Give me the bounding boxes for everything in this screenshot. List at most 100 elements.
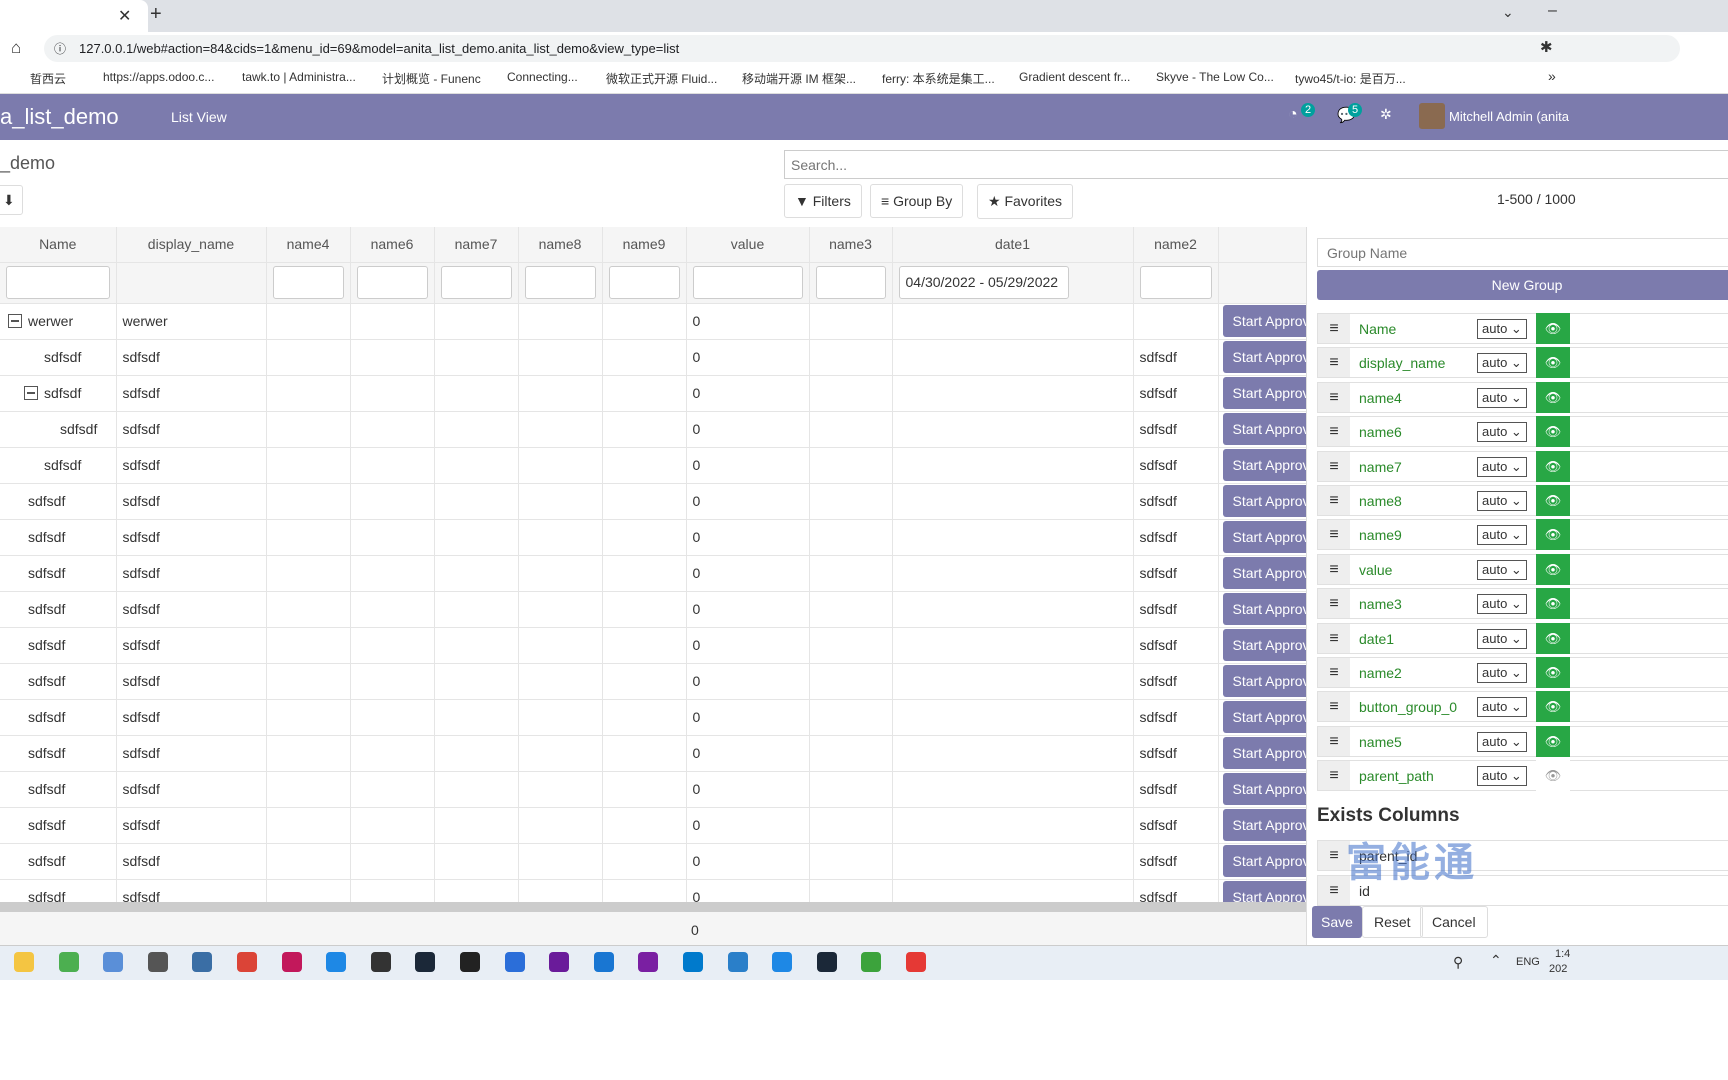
taskbar-app-icon[interactable] — [281, 952, 302, 972]
start-approval-button[interactable]: Start Approv — [1222, 305, 1320, 337]
taskbar-app-icon[interactable] — [593, 952, 614, 972]
address-bar[interactable]: ⓘ 127.0.0.1/web#action=84&cids=1&menu_id=… — [44, 35, 1680, 62]
column-label[interactable]: name9 — [1359, 527, 1402, 543]
group-name-input[interactable] — [1317, 238, 1728, 267]
column-header[interactable]: name9 — [602, 227, 687, 263]
column-header[interactable]: name3 — [809, 227, 893, 263]
column-filter-input[interactable] — [524, 266, 596, 299]
drag-handle-icon[interactable]: ≡ — [1318, 348, 1350, 378]
column-width-select[interactable]: auto ⌄ — [1477, 491, 1527, 511]
column-label[interactable]: button_group_0 — [1359, 699, 1457, 715]
new-tab-icon[interactable]: + — [150, 3, 162, 26]
table-row[interactable]: sdfsdf sdfsdf 0 sdfsdf Start Approv — [0, 555, 1321, 592]
table-row[interactable]: sdfsdf sdfsdf 0 sdfsdf Start Approv — [0, 771, 1321, 808]
drag-handle-icon[interactable]: ≡ — [1318, 314, 1350, 343]
table-row[interactable]: sdfsdf sdfsdf 0 sdfsdf Start Approv — [0, 591, 1321, 628]
taskbar-app-icon[interactable] — [192, 952, 213, 972]
date-range-filter[interactable]: 04/30/2022 - 05/29/2022 — [898, 266, 1069, 299]
new-group-button[interactable]: New Group — [1317, 270, 1728, 300]
column-label[interactable]: value — [1359, 562, 1392, 578]
pager[interactable]: 1-500 / 1000 — [1497, 191, 1576, 207]
column-config-item[interactable]: ≡ Name auto ⌄ 👁 — [1317, 313, 1728, 344]
column-width-select[interactable]: auto ⌄ — [1477, 766, 1527, 787]
table-row[interactable]: sdfsdf sdfsdf 0 sdfsdf Start Approv — [0, 843, 1321, 880]
cancel-button[interactable]: Cancel — [1420, 906, 1488, 938]
column-filter-input[interactable] — [440, 266, 512, 299]
drag-handle-icon[interactable]: ≡ — [1318, 761, 1350, 791]
save-button[interactable]: Save — [1312, 906, 1362, 938]
table-row[interactable]: sdfsdf sdfsdf 0 sdfsdf Start Approv — [0, 627, 1321, 664]
start-approval-button[interactable]: Start Approv — [1222, 629, 1320, 661]
column-width-select[interactable]: auto ⌄ — [1477, 353, 1527, 374]
drag-handle-icon[interactable]: ≡ — [1318, 726, 1350, 756]
column-width-select[interactable]: auto ⌄ — [1477, 525, 1527, 546]
eye-icon[interactable]: 👁 — [1536, 725, 1570, 757]
drag-handle-icon[interactable]: ≡ — [1318, 417, 1350, 447]
drag-handle-icon[interactable]: ≡ — [1318, 382, 1350, 412]
drag-handle-icon[interactable]: ≡ — [1318, 554, 1350, 584]
eye-icon[interactable]: 👁 — [1536, 691, 1570, 723]
column-header[interactable]: display_name — [116, 227, 267, 263]
eye-icon[interactable]: 👁 — [1536, 553, 1570, 585]
eye-icon[interactable]: 👁 — [1536, 485, 1570, 516]
taskbar-app-icon[interactable] — [326, 952, 347, 972]
start-approval-button[interactable]: Start Approv — [1222, 413, 1320, 445]
column-config-item[interactable]: ≡ name6 auto ⌄ 👁 — [1317, 416, 1728, 448]
column-filter-input[interactable] — [356, 266, 428, 299]
drag-handle-icon[interactable]: ≡ — [1318, 658, 1350, 687]
bookmark-item[interactable]: 晢西云 — [30, 70, 66, 87]
close-tab-icon[interactable]: ✕ — [118, 6, 131, 26]
column-header[interactable]: Name — [0, 227, 117, 263]
column-label[interactable]: name3 — [1359, 596, 1402, 612]
taskbar-app-icon[interactable] — [772, 952, 793, 972]
taskbar-app-icon[interactable] — [415, 952, 436, 972]
column-filter-input[interactable] — [1139, 266, 1212, 299]
horizontal-scrollbar[interactable] — [0, 902, 1306, 912]
taskbar-app-icon[interactable] — [237, 952, 257, 972]
eye-icon[interactable]: 👁 — [1536, 416, 1570, 448]
column-filter-input[interactable] — [692, 266, 803, 299]
home-icon[interactable]: ⌂ — [11, 38, 21, 58]
column-width-select[interactable]: auto ⌄ — [1477, 628, 1527, 649]
column-width-select[interactable]: auto ⌄ — [1477, 663, 1527, 683]
column-header[interactable]: name6 — [350, 227, 435, 263]
column-config-item[interactable]: ≡ button_group_0 auto ⌄ 👁 — [1317, 691, 1728, 723]
minimize-icon[interactable]: – — [1548, 2, 1557, 20]
eye-icon[interactable]: 👁 — [1536, 347, 1570, 379]
start-approval-button[interactable]: Start Approv — [1222, 845, 1320, 877]
column-label[interactable]: name2 — [1359, 665, 1402, 681]
bookmark-item[interactable]: Connecting... — [507, 70, 578, 84]
collapse-toggle-icon[interactable] — [8, 314, 22, 328]
column-width-select[interactable]: auto ⌄ — [1477, 559, 1527, 580]
start-approval-button[interactable]: Start Approv — [1222, 557, 1320, 589]
column-config-item[interactable]: ≡ name2 auto ⌄ 👁 — [1317, 657, 1728, 688]
column-label[interactable]: name4 — [1359, 390, 1402, 406]
taskbar-app-icon[interactable] — [147, 952, 168, 972]
column-config-item[interactable]: ≡ name3 auto ⌄ 👁 — [1317, 588, 1728, 620]
drag-handle-icon[interactable]: ≡ — [1318, 692, 1350, 722]
bookmark-item[interactable]: tywo45/t-io: 是百万... — [1295, 70, 1406, 87]
app-title[interactable]: a_list_demo — [0, 104, 119, 130]
column-width-select[interactable]: auto ⌄ — [1477, 697, 1527, 718]
group-by-button[interactable]: ≡ Group By — [870, 184, 964, 218]
taskbar-app-icon[interactable] — [58, 952, 79, 972]
column-label[interactable]: name8 — [1359, 493, 1402, 509]
start-approval-button[interactable]: Start Approv — [1222, 701, 1320, 733]
bookmark-item[interactable]: tawk.to | Administra... — [242, 70, 356, 84]
table-row[interactable]: sdfsdf sdfsdf 0 sdfsdf Start Approv — [0, 447, 1321, 484]
more-bookmarks-icon[interactable]: » — [1548, 68, 1556, 84]
taskbar-app-icon[interactable] — [103, 952, 124, 972]
table-row[interactable]: sdfsdf sdfsdf 0 sdfsdf Start Approv — [0, 519, 1321, 556]
taskbar-app-icon[interactable] — [504, 952, 525, 972]
drag-handle-icon[interactable]: ≡ — [1318, 589, 1350, 619]
column-config-item[interactable]: ≡ parent_path auto ⌄ 👁 — [1317, 760, 1728, 792]
bookmark-item[interactable]: 计划概览 - Funenc — [382, 70, 481, 87]
taskbar-app-icon[interactable] — [14, 952, 34, 972]
eye-icon[interactable]: 👁 — [1536, 313, 1570, 344]
column-filter-input[interactable] — [815, 266, 886, 299]
column-label[interactable]: Name — [1359, 321, 1396, 337]
column-width-select[interactable]: auto ⌄ — [1477, 594, 1527, 615]
tray-chevron-icon[interactable]: ⌃ — [1490, 952, 1502, 969]
column-label[interactable]: display_name — [1359, 355, 1445, 371]
eye-icon[interactable]: 👁 — [1536, 622, 1570, 654]
